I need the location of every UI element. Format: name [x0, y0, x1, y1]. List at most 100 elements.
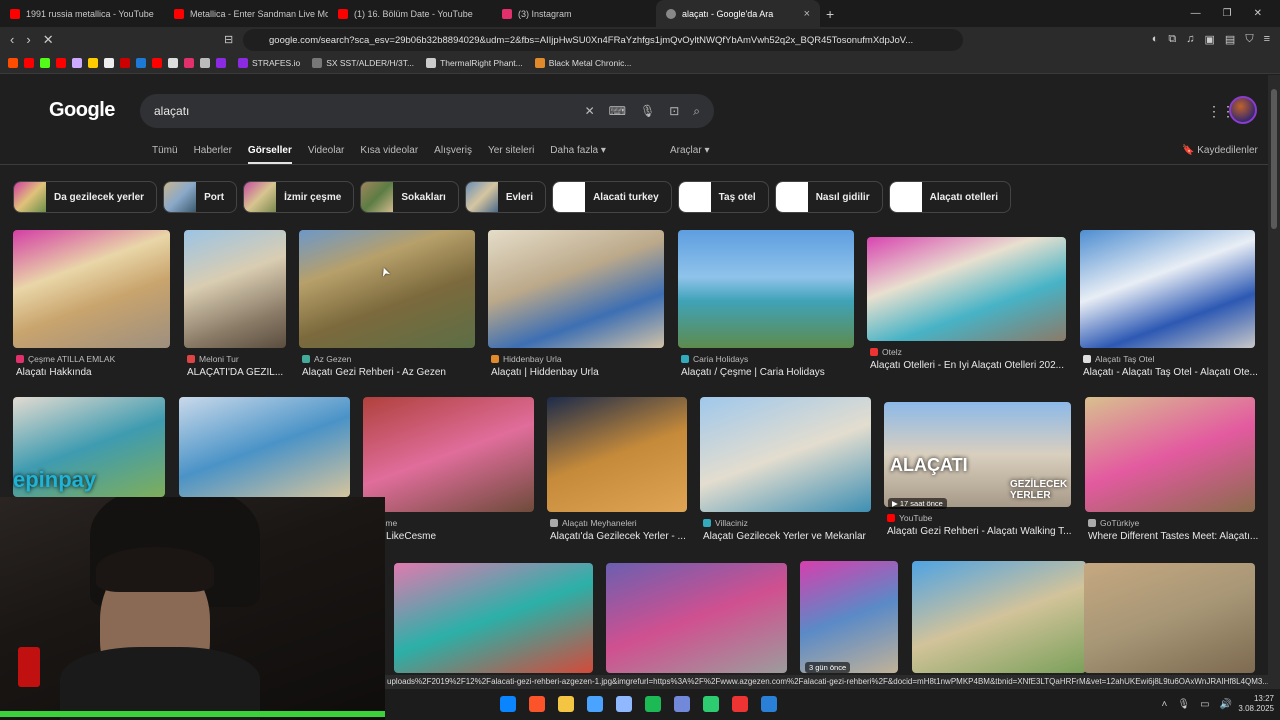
window-control-icon[interactable]: —: [1191, 8, 1201, 19]
result-image[interactable]: [800, 561, 898, 673]
result-meta[interactable]: Caria Holidays Alaçatı / Çeşme | Caria Ho…: [681, 354, 865, 378]
shield-icon[interactable]: ⛉: [1245, 33, 1253, 46]
google-logo[interactable]: Google: [49, 99, 115, 122]
browser-tab[interactable]: (3) Instagram: [492, 0, 656, 27]
result-meta[interactable]: Hiddenbay Urla Alaçatı | Hiddenbay Urla: [491, 354, 675, 378]
search-tab[interactable]: Kısa videolar: [360, 145, 418, 165]
result-meta[interactable]: Çeşme ATILLA EMLAK Alaçatı Hakkında: [16, 354, 181, 378]
result-image[interactable]: [394, 563, 593, 673]
bookmark-favicon-icon[interactable]: [88, 58, 98, 68]
bookmark-favicon-icon[interactable]: [184, 58, 194, 68]
search-tab[interactable]: Tümü: [152, 145, 178, 165]
result-image[interactable]: [678, 230, 854, 348]
related-search-chip[interactable]: İzmir çeşme: [243, 181, 355, 213]
related-search-chip[interactable]: Taş otel: [677, 181, 769, 213]
taskbar-app-icon[interactable]: [529, 696, 545, 712]
clock[interactable]: 13:27 3.08.2025: [1238, 694, 1274, 714]
related-search-chip[interactable]: Alaçatı otelleri: [888, 181, 1011, 213]
result-meta[interactable]: Villaciniz Alaçatı Gezilecek Yerler ve Me…: [703, 518, 882, 542]
chevron-up-icon[interactable]: ˄: [1162, 699, 1168, 710]
bookmark-item[interactable]: SX SST/ALDER/H/3T...: [312, 58, 414, 68]
extension-icon[interactable]: ◐: [1152, 33, 1159, 46]
taskbar-app-icon[interactable]: [500, 696, 516, 712]
bookmark-star-icon[interactable]: ⊟: [224, 33, 233, 46]
mic-icon[interactable]: 🎙: [1177, 699, 1190, 710]
forward-icon[interactable]: ›: [26, 32, 30, 48]
search-tab[interactable]: Yer siteleri: [488, 145, 534, 165]
new-tab-icon[interactable]: +: [826, 6, 834, 22]
result-meta[interactable]: Meloni Tur ALAÇATI'DA GEZİL...: [187, 354, 297, 378]
bookmark-favicon-icon[interactable]: [8, 58, 18, 68]
clear-icon[interactable]: ✕: [585, 104, 595, 119]
keyboard-icon[interactable]: ⌨: [609, 104, 626, 119]
taskbar-app-icon[interactable]: [674, 696, 690, 712]
scrollbar-thumb[interactable]: [1271, 89, 1277, 229]
stop-reload-icon[interactable]: ✕: [43, 32, 54, 48]
taskbar-app-icon[interactable]: [761, 696, 777, 712]
bookmark-favicon-icon[interactable]: [152, 58, 162, 68]
result-meta[interactable]: Alaçatı Meyhaneleri Alaçatı'da Gezilecek …: [550, 518, 698, 542]
result-image[interactable]: [184, 230, 286, 348]
display-icon[interactable]: ▭: [1200, 699, 1209, 710]
microphone-icon[interactable]: 🎙: [640, 104, 655, 119]
bookmark-item[interactable]: Black Metal Chronic...: [534, 58, 631, 68]
browser-tab[interactable]: (1) 16. Bölüm Date - YouTube: [328, 0, 492, 27]
related-search-chip[interactable]: Nasıl gidilir: [774, 181, 883, 213]
result-image[interactable]: [1084, 563, 1255, 673]
volume-icon[interactable]: 🔊: [1220, 699, 1232, 710]
related-search-chip[interactable]: Da gezilecek yerler: [13, 181, 158, 213]
bookmark-item[interactable]: STRAFES.io: [238, 58, 300, 68]
result-image[interactable]: [13, 230, 170, 348]
result-meta[interactable]: Alaçatı Taş Otel Alaçatı - Alaçatı Taş Ot…: [1083, 354, 1266, 378]
bookmark-favicon-icon[interactable]: [104, 58, 114, 68]
lens-icon[interactable]: ⊡: [669, 104, 679, 119]
result-meta[interactable]: kCesme atı - LikeCesme: [366, 518, 545, 542]
bookmark-favicon-icon[interactable]: [40, 58, 50, 68]
search-tab[interactable]: Haberler: [194, 145, 232, 165]
bookmark-favicon-icon[interactable]: [168, 58, 178, 68]
wallet-icon[interactable]: ▤: [1225, 33, 1235, 46]
browser-tab[interactable]: alaçatı - Google'da Ara ×: [656, 0, 820, 27]
result-image[interactable]: [179, 397, 350, 497]
media-icon[interactable]: ♫: [1186, 33, 1194, 46]
taskbar-app-icon[interactable]: [587, 696, 603, 712]
window-control-icon[interactable]: ❐: [1223, 8, 1232, 19]
search-box[interactable]: alaçatı ✕ ⌨ 🎙 ⊡ ⌕: [140, 94, 714, 128]
browser-tab[interactable]: 1991 russia metallica - YouTube: [0, 0, 164, 27]
saved-link[interactable]: 🔖 Kaydedilenler: [1182, 145, 1258, 156]
bookmark-favicon-icon[interactable]: [56, 58, 66, 68]
sidebar-icon[interactable]: ▣: [1205, 33, 1215, 46]
bookmark-favicon-icon[interactable]: [120, 58, 130, 68]
result-meta[interactable]: YouTube Alaçatı Gezi Rehberi - Alaçatı Wa…: [887, 513, 1082, 537]
browser-tab[interactable]: Metallica - Enter Sandman Live Mosc...: [164, 0, 328, 27]
result-image[interactable]: [867, 237, 1066, 341]
result-image[interactable]: [606, 563, 787, 673]
taskbar-app-icon[interactable]: [645, 696, 661, 712]
tools-menu[interactable]: Araçlar ▾: [670, 145, 710, 156]
avatar[interactable]: [1229, 96, 1257, 124]
bookmark-favicon-icon[interactable]: [200, 58, 210, 68]
menu-icon[interactable]: ≡: [1264, 33, 1270, 46]
related-search-chip[interactable]: Alacati turkey: [552, 181, 672, 213]
search-tab[interactable]: Görseller: [247, 145, 292, 165]
bookmark-item[interactable]: ThermalRight Phant...: [426, 58, 523, 68]
result-image[interactable]: [912, 561, 1086, 673]
result-image[interactable]: [1085, 397, 1255, 512]
search-tab[interactable]: Videolar: [308, 145, 345, 165]
result-image[interactable]: [547, 397, 687, 512]
bookmark-favicon-icon[interactable]: [72, 58, 82, 68]
taskbar-app-icon[interactable]: [616, 696, 632, 712]
bookmark-favicon-icon[interactable]: [136, 58, 146, 68]
result-meta[interactable]: Az Gezen Alaçatı Gezi Rehberi - Az Gezen: [302, 354, 486, 378]
back-icon[interactable]: ‹: [10, 32, 14, 48]
result-image[interactable]: [1080, 230, 1255, 348]
related-search-chip[interactable]: Port: [163, 181, 238, 213]
related-search-chip[interactable]: Sokakları: [360, 181, 459, 213]
result-image[interactable]: [488, 230, 664, 348]
result-image[interactable]: [700, 397, 871, 512]
result-image[interactable]: [363, 397, 534, 512]
taskbar-app-icon[interactable]: [703, 696, 719, 712]
result-image[interactable]: [299, 230, 475, 348]
search-input[interactable]: alaçatı: [154, 104, 189, 118]
search-icon[interactable]: ⌕: [693, 104, 700, 119]
